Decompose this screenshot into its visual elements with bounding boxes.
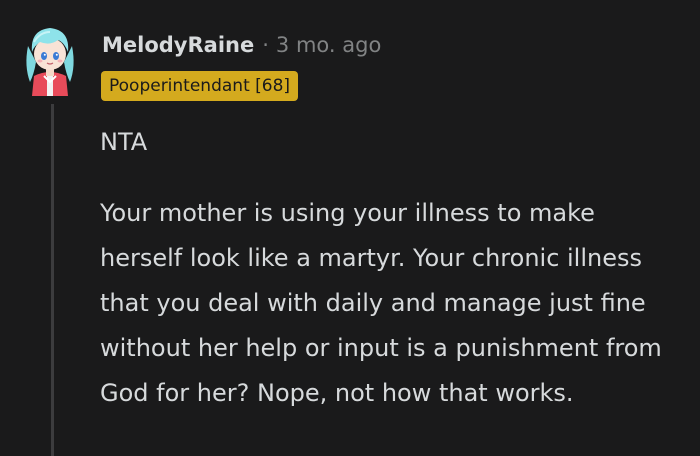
comment-paragraph: Your mother is using your illness to mak… — [100, 199, 662, 407]
separator-dot: · — [262, 33, 269, 57]
comment-body: NTA Your mother is using your illness to… — [100, 120, 680, 416]
thread-collapse-line[interactable] — [51, 104, 54, 456]
username-link[interactable]: MelodyRaine — [102, 33, 254, 57]
user-flair: Pooperintendant [68] — [101, 71, 299, 101]
comment-paragraph: NTA — [100, 128, 148, 156]
comment-header: MelodyRaine · 3 mo. ago — [102, 29, 381, 61]
avatar-icon — [26, 28, 74, 96]
comment-timestamp[interactable]: 3 mo. ago — [276, 33, 381, 57]
user-avatar[interactable] — [20, 20, 80, 100]
